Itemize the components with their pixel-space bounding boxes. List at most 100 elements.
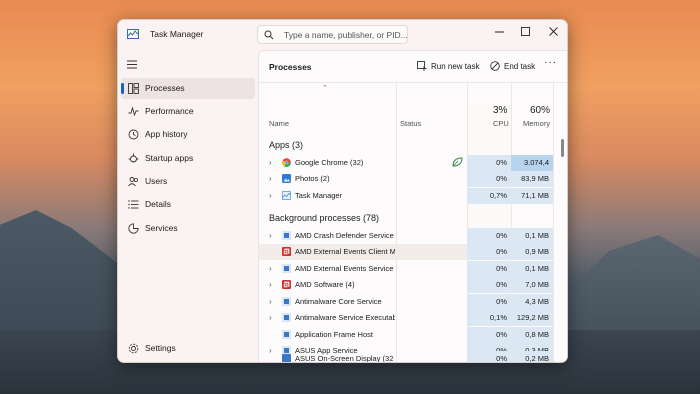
table-row[interactable]: › Task Manager 0,7% 71,1 MB: [259, 188, 553, 204]
minimize-icon: [494, 31, 504, 32]
process-name: AMD External Events Service ...: [295, 264, 395, 273]
process-name: Google Chrome (32): [295, 158, 364, 167]
search-icon: [264, 30, 274, 40]
search-input[interactable]: Type a name, publisher, or PID...: [257, 25, 408, 44]
run-new-task-icon: [417, 61, 427, 71]
title-bar[interactable]: Task Manager Type a name, publisher, or …: [118, 20, 567, 50]
sidebar-item-label: Performance: [145, 106, 194, 116]
table-row[interactable]: › Antimalware Service Executable 0,1% 12…: [259, 310, 553, 326]
cpu-value: 0%: [467, 171, 511, 187]
hamburger-menu-icon[interactable]: [127, 60, 137, 69]
service-icon: [282, 297, 291, 306]
end-task-icon: [490, 61, 500, 71]
cpu-value: 0%: [467, 351, 511, 362]
sidebar-item-label: Settings: [145, 343, 176, 353]
chrome-icon: [282, 158, 291, 167]
memory-total-percent[interactable]: 60%: [530, 105, 550, 116]
memory-value: 0,9 MB: [511, 244, 553, 260]
page-title: Processes: [269, 62, 312, 72]
maximize-button[interactable]: [511, 20, 539, 42]
memory-value: 83,9 MB: [511, 171, 553, 187]
active-indicator: [121, 83, 124, 94]
cpu-value: 0,1%: [467, 310, 511, 326]
column-header-cpu[interactable]: CPU: [493, 119, 509, 128]
table-row[interactable]: › AMD Software (4) 0% 7,0 MB: [259, 277, 553, 293]
expand-chevron-icon[interactable]: ›: [269, 264, 272, 273]
service-icon: [282, 264, 291, 273]
table-row[interactable]: › Google Chrome (32) 0% 3.074,4 MB: [259, 155, 553, 183]
end-task-button[interactable]: End task: [490, 59, 535, 73]
process-name: AMD External Events Client M...: [295, 247, 395, 256]
expand-chevron-icon[interactable]: ›: [269, 297, 272, 306]
expand-chevron-icon[interactable]: ›: [269, 174, 272, 183]
sidebar-item-services[interactable]: Services: [121, 218, 255, 239]
users-icon: [128, 177, 139, 187]
cpu-value: 0%: [467, 244, 511, 260]
header-separator: [259, 82, 567, 83]
column-header-status[interactable]: Status: [400, 119, 421, 128]
sidebar-item-processes[interactable]: Processes: [121, 78, 255, 99]
memory-value: 0,2 MB: [511, 351, 553, 362]
memory-value: 0,1 MB: [511, 261, 553, 277]
process-name: Antimalware Service Executable: [295, 313, 395, 322]
table-row[interactable]: › Antimalware Core Service 0% 4,3 MB: [259, 294, 553, 310]
memory-value: 7,0 MB: [511, 277, 553, 293]
details-icon: [128, 200, 139, 209]
startup-apps-icon: [128, 153, 139, 163]
expand-chevron-icon[interactable]: ›: [269, 191, 272, 200]
processes-panel: Processes Run new task End task ··· ⌃ Na…: [258, 50, 567, 363]
sidebar-item-app-history[interactable]: App history: [121, 124, 255, 145]
table-row[interactable]: › Photos (2) 0% 83,9 MB: [259, 171, 553, 187]
column-divider: [553, 82, 554, 362]
apps-group-header: Apps (3): [269, 140, 304, 150]
table-row[interactable]: Application Frame Host 0% 0,8 MB: [259, 327, 553, 343]
vertical-scrollbar[interactable]: [561, 139, 564, 157]
memory-value: 0,8 MB: [511, 327, 553, 343]
services-icon: [128, 223, 139, 234]
background-processes-group-header: Background processes (78): [269, 213, 380, 223]
sidebar-item-label: Startup apps: [145, 153, 194, 163]
expand-chevron-icon[interactable]: ›: [269, 158, 272, 167]
table-row[interactable]: › AMD External Events Service ... 0% 0,1…: [259, 261, 553, 277]
sidebar-item-settings[interactable]: Settings: [121, 338, 255, 359]
cpu-value: 0%: [467, 155, 511, 171]
more-options-icon[interactable]: ···: [544, 57, 557, 68]
table-row[interactable]: › AMD Crash Defender Service 0% 0,1 MB: [259, 228, 553, 244]
column-header-memory[interactable]: Memory: [523, 119, 550, 128]
service-icon: [282, 313, 291, 322]
memory-value: 4,3 MB: [511, 294, 553, 310]
sidebar-item-details[interactable]: Details: [121, 194, 255, 215]
column-header-name[interactable]: Name: [269, 119, 289, 128]
memory-value: 0,1 MB: [511, 228, 553, 244]
sidebar-item-performance[interactable]: Performance: [121, 101, 255, 122]
expand-chevron-icon[interactable]: ›: [269, 280, 272, 289]
cpu-value: 0%: [467, 228, 511, 244]
process-name: ASUS On-Screen Display (32 b...: [295, 354, 395, 363]
minimize-button[interactable]: [485, 20, 513, 42]
photos-icon: [282, 174, 291, 183]
memory-value: 71,1 MB: [511, 188, 553, 204]
sidebar-item-label: Processes: [145, 83, 185, 93]
sort-ascending-icon: ⌃: [322, 85, 328, 92]
table-row[interactable]: AMD External Events Client M... 0% 0,9 M…: [259, 244, 553, 260]
process-name: Antimalware Core Service: [295, 297, 382, 306]
task-manager-window: Task Manager Type a name, publisher, or …: [117, 19, 568, 363]
cpu-value: 0%: [467, 327, 511, 343]
performance-icon: [128, 106, 139, 117]
window-title: Task Manager: [150, 29, 204, 39]
table-row[interactable]: ASUS On-Screen Display (32 b... 0% 0,2 M…: [259, 351, 553, 363]
process-name: Photos (2): [295, 174, 330, 183]
process-name: Application Frame Host: [295, 330, 373, 339]
cpu-total-percent[interactable]: 3%: [493, 105, 507, 116]
run-new-task-button[interactable]: Run new task: [417, 59, 479, 73]
cpu-value: 0%: [467, 277, 511, 293]
close-button[interactable]: [539, 20, 567, 42]
expand-chevron-icon[interactable]: ›: [269, 313, 272, 322]
sidebar-item-label: Users: [145, 176, 168, 186]
sidebar-item-startup-apps[interactable]: Startup apps: [121, 148, 255, 169]
service-icon: [282, 231, 291, 240]
expand-chevron-icon[interactable]: ›: [269, 231, 272, 240]
sidebar-item-label: Services: [145, 223, 178, 233]
sidebar-item-users[interactable]: Users: [121, 171, 255, 192]
search-placeholder: Type a name, publisher, or PID...: [284, 30, 408, 40]
